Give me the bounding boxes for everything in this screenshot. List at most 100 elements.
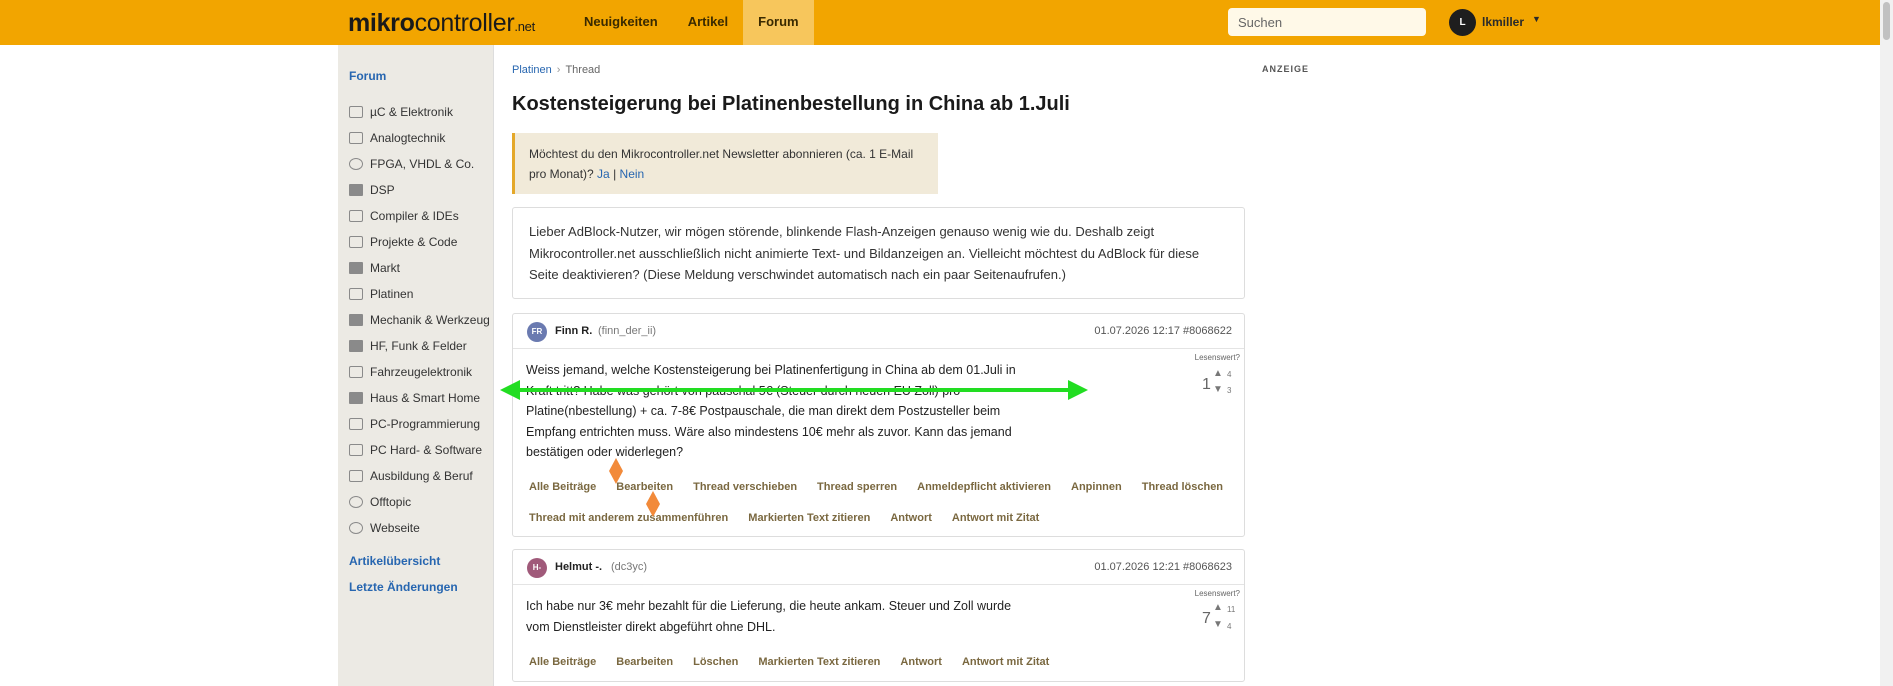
post-id-link[interactable]: #8068622 xyxy=(1183,325,1232,337)
author-avatar[interactable]: H- xyxy=(527,558,547,578)
post-action-link[interactable]: Markierten Text zitieren xyxy=(748,512,870,524)
post-action-link[interactable]: Markierten Text zitieren xyxy=(758,656,880,668)
sidebar-item-label: Haus & Smart Home xyxy=(370,391,481,405)
site-logo[interactable]: mikrocontroller.net xyxy=(348,9,535,38)
search-input[interactable] xyxy=(1228,8,1426,36)
sidebar-item[interactable]: Markt xyxy=(349,255,490,281)
post-action-link[interactable]: Bearbeiten xyxy=(616,656,673,668)
downvote-icon[interactable]: ▼ xyxy=(1213,619,1223,630)
post-action-link[interactable]: Antwort xyxy=(890,512,932,524)
post-action-link[interactable]: Antwort mit Zitat xyxy=(952,512,1039,524)
post-actions-row1: Alle Beiträge Bearbeiten Thread verschiebe… xyxy=(529,481,1243,493)
post-action-link[interactable]: Thread mit anderem zusammenführen xyxy=(529,512,728,524)
pc-icon xyxy=(349,444,363,456)
sidebar-heading[interactable]: Forum xyxy=(349,69,386,83)
upvote-icon[interactable]: ▲ xyxy=(1213,602,1223,613)
sidebar-item-label: Mechanik & Werkzeug xyxy=(370,313,490,327)
sidebar-item[interactable]: Fahrzeugelektronik xyxy=(349,359,490,385)
sidebar-item[interactable]: Webseite xyxy=(349,515,490,541)
sidebar-item[interactable]: Ausbildung & Beruf xyxy=(349,463,490,489)
post-text-line: Kraft tritt? Habe was gehört von pauscha… xyxy=(526,383,961,398)
post-action-link[interactable]: Alle Beiträge xyxy=(529,481,596,493)
author-name[interactable]: Finn R. xyxy=(555,325,592,337)
username[interactable]: lkmiller xyxy=(1482,15,1524,29)
breadcrumb: Platinen › Thread xyxy=(512,64,600,76)
downvote-icon[interactable]: ▼ xyxy=(1213,384,1223,395)
sidebar-item[interactable]: Projekte & Code xyxy=(349,229,490,255)
sidebar-item-label: DSP xyxy=(370,183,395,197)
sidebar-links: Artikelübersicht Letzte Änderungen xyxy=(349,554,458,606)
sidebar-item[interactable]: Platinen xyxy=(349,281,490,307)
recent-changes-link[interactable]: Letzte Änderungen xyxy=(349,580,458,606)
sidebar-item-label: HF, Funk & Felder xyxy=(370,339,467,353)
sidebar-item-label: PC Hard- & Software xyxy=(370,443,483,457)
post-action-link[interactable]: Antwort mit Zitat xyxy=(962,656,1049,668)
newsletter-box: Möchtest du den Mikrocontroller.net News… xyxy=(512,133,938,194)
user-avatar[interactable]: L xyxy=(1449,9,1476,36)
sidebar-item-label: Platinen xyxy=(370,287,414,301)
sidebar-item-label: Fahrzeugelektronik xyxy=(370,365,473,379)
home-icon xyxy=(349,392,363,404)
sidebar-item[interactable]: Mechanik & Werkzeug xyxy=(349,307,490,333)
post-action-link[interactable]: Thread verschieben xyxy=(693,481,797,493)
post-id-link[interactable]: #8068623 xyxy=(1183,561,1232,573)
post-action-link[interactable]: Thread sperren xyxy=(817,481,897,493)
sidebar-item[interactable]: PC-Programmierung xyxy=(349,411,490,437)
ad-label: ANZEIGE xyxy=(1262,64,1310,74)
sidebar-item[interactable]: Compiler & IDEs xyxy=(349,203,490,229)
sidebar-item[interactable]: DSP xyxy=(349,177,490,203)
breadcrumb-parent[interactable]: Platinen xyxy=(512,64,552,76)
scrollbar[interactable] xyxy=(1880,0,1893,686)
sidebar-item[interactable]: Haus & Smart Home xyxy=(349,385,490,411)
post-action-link[interactable]: Antwort xyxy=(900,656,942,668)
main-nav: Neuigkeiten Artikel Forum xyxy=(569,0,814,45)
post-action-link[interactable]: Alle Beiträge xyxy=(529,656,596,668)
chevron-down-icon[interactable]: ▼ xyxy=(1532,14,1541,24)
sidebar-item-label: Webseite xyxy=(370,521,420,535)
post-text-line: Weiss jemand, welche Kostensteigerung be… xyxy=(526,363,1016,377)
breadcrumb-current: Thread xyxy=(565,64,601,76)
forum-post: H- Helmut -. (dc3yc) 01.07.2026 12:21 #8… xyxy=(512,549,1245,682)
breadcrumb-separator: › xyxy=(556,64,561,76)
post-text-line: bestätigen oder widerlegen? xyxy=(526,445,684,459)
sidebar-list: µC & Elektronik Analogtechnik FPGA, VHDL &… xyxy=(349,99,490,541)
post-action-link[interactable]: Löschen xyxy=(693,656,738,668)
sidebar-item-label: Compiler & IDEs xyxy=(370,209,459,223)
sidebar-item[interactable]: PC Hard- & Software xyxy=(349,437,490,463)
wrench-icon xyxy=(349,314,363,326)
vote-score: 7 xyxy=(1202,610,1211,627)
post-action-link[interactable]: Bearbeiten xyxy=(616,481,673,493)
nav-articles[interactable]: Artikel xyxy=(673,0,743,45)
book-icon xyxy=(349,470,363,482)
fpga-icon xyxy=(349,158,363,170)
newsletter-no-link[interactable]: Nein xyxy=(620,167,645,181)
car-icon xyxy=(349,366,363,378)
sidebar-item[interactable]: Offtopic xyxy=(349,489,490,515)
sidebar-item-label: Projekte & Code xyxy=(370,235,458,249)
top-bar: mikrocontroller.net Neuigkeiten Artikel … xyxy=(0,0,1880,45)
chip-icon xyxy=(349,106,363,118)
author-avatar[interactable]: FR xyxy=(527,322,547,342)
sidebar-item[interactable]: FPGA, VHDL & Co. xyxy=(349,151,490,177)
project-icon xyxy=(349,236,363,248)
forum-post: FR Finn R. (finn_der_ii) 01.07.2026 12:1… xyxy=(512,313,1245,537)
newsletter-yes-link[interactable]: Ja xyxy=(597,167,610,181)
article-overview-link[interactable]: Artikelübersicht xyxy=(349,554,458,580)
post-action-link[interactable]: Anpinnen xyxy=(1071,481,1122,493)
author-username: (finn_der_ii) xyxy=(598,325,657,337)
post-action-link[interactable]: Thread löschen xyxy=(1142,481,1223,493)
code-icon xyxy=(349,418,363,430)
nav-news[interactable]: Neuigkeiten xyxy=(569,0,673,45)
post-timestamp: 01.07.2026 12:17 xyxy=(1094,325,1180,337)
sidebar-item[interactable]: µC & Elektronik xyxy=(349,99,490,125)
sidebar-item-label: Offtopic xyxy=(370,495,412,509)
sidebar-item[interactable]: Analogtechnik xyxy=(349,125,490,151)
sidebar-item[interactable]: HF, Funk & Felder xyxy=(349,333,490,359)
author-name[interactable]: Helmut -. xyxy=(555,561,602,573)
post-action-link[interactable]: Anmeldepflicht aktivieren xyxy=(917,481,1051,493)
compiler-icon xyxy=(349,210,363,222)
sidebar-item-label: Analogtechnik xyxy=(370,131,446,145)
scrollbar-thumb[interactable] xyxy=(1883,2,1890,40)
nav-forum[interactable]: Forum xyxy=(743,0,814,45)
upvote-icon[interactable]: ▲ xyxy=(1213,368,1223,379)
